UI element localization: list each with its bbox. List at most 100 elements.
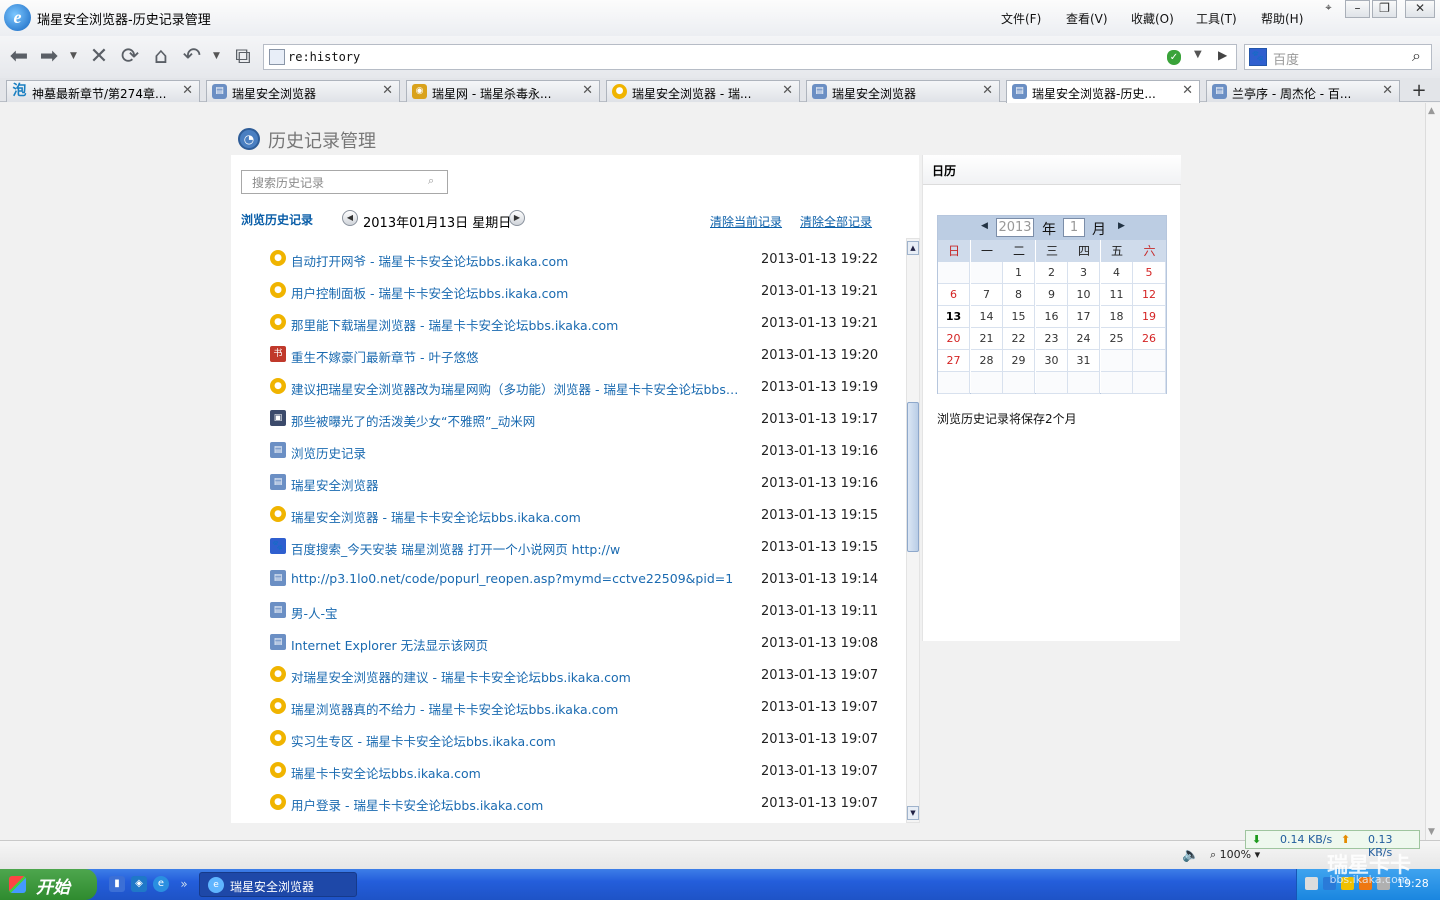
history-search-input[interactable]: 搜索历史记录 ⌕ <box>241 170 448 194</box>
scroll-down-arrow-icon[interactable]: ▼ <box>907 806 919 820</box>
calendar-day[interactable]: 11 <box>1101 284 1133 306</box>
calendar-day[interactable]: 27 <box>938 350 970 372</box>
year-input[interactable]: 2013 <box>996 218 1034 237</box>
tab-close-icon[interactable]: ✕ <box>582 83 593 98</box>
pin-icon[interactable]: ⌖ <box>1316 0 1341 18</box>
undo-close-icon[interactable]: ↶ <box>179 44 205 70</box>
history-row[interactable]: 书 重生不嫁豪门最新章节 - 叶子悠悠 2013-01-13 19:20 <box>231 341 903 373</box>
history-row[interactable]: ▤ 瑞星安全浏览器 2013-01-13 19:16 <box>231 469 903 501</box>
history-title[interactable]: 男-人-宝 <box>291 603 741 622</box>
history-row[interactable]: ● 用户登录 - 瑞星卡卡安全论坛bbs.ikaka.com 2013-01-1… <box>231 789 903 821</box>
calendar-day[interactable]: 24 <box>1068 328 1100 350</box>
calendar-day[interactable]: 10 <box>1068 284 1100 306</box>
history-title[interactable]: 对瑞星安全浏览器的建议 - 瑞星卡卡安全论坛bbs.ikaka.com <box>291 667 741 686</box>
go-arrow-icon[interactable]: ▶ <box>1218 48 1227 62</box>
search-box[interactable]: 🐾 百度 ⌕ <box>1244 44 1432 70</box>
expand-quicklaunch-icon[interactable]: » <box>176 876 192 892</box>
next-month-arrow-icon[interactable]: ▶ <box>1118 221 1125 231</box>
tab-close-icon[interactable]: ✕ <box>782 83 793 98</box>
menu-favorites[interactable]: 收藏(O) <box>1131 10 1174 27</box>
history-title[interactable]: 那些被曝光了的活泼美少女“不雅照”_动米网 <box>291 411 741 430</box>
tab-close-icon[interactable]: ✕ <box>1382 83 1393 98</box>
history-title[interactable]: 自动打开网爷 - 瑞星卡卡安全论坛bbs.ikaka.com <box>291 251 741 270</box>
next-day-arrow-icon[interactable]: ▶ <box>509 210 525 226</box>
history-title[interactable]: 瑞星安全浏览器 - 瑞星卡卡安全论坛bbs.ikaka.com <box>291 507 741 526</box>
history-row[interactable]: ▤ http://p3.1lo0.net/code/popurl_reopen.… <box>231 565 903 597</box>
refresh-icon[interactable]: ⟳ <box>117 44 143 70</box>
ie-icon[interactable]: e <box>153 876 169 892</box>
clear-all-link[interactable]: 清除全部记录 <box>800 213 872 230</box>
scroll-up-arrow-icon[interactable]: ▲ <box>1428 106 1435 116</box>
history-row[interactable]: ▣ 那些被曝光了的活泼美少女“不雅照”_动米网 2013-01-13 19:17 <box>231 405 903 437</box>
history-row[interactable]: ● 自动打开网爷 - 瑞星卡卡安全论坛bbs.ikaka.com 2013-01… <box>231 245 903 277</box>
calendar-day[interactable]: 1 <box>1003 262 1035 284</box>
history-row[interactable]: ● 瑞星卡卡安全论坛bbs.ikaka.com 2013-01-13 19:07 <box>231 757 903 789</box>
calendar-day[interactable]: 4 <box>1101 262 1133 284</box>
restore-button[interactable]: ❐ <box>1372 0 1397 18</box>
home-icon[interactable]: ⌂ <box>148 44 174 70</box>
calendar-today[interactable]: 13 <box>938 306 970 328</box>
tab-close-icon[interactable]: ✕ <box>982 83 993 98</box>
calendar-day[interactable]: 14 <box>971 306 1003 328</box>
calendar-day[interactable]: 28 <box>971 350 1003 372</box>
start-button[interactable]: 开始 <box>0 869 97 900</box>
calendar-day[interactable]: 21 <box>971 328 1003 350</box>
zoom-control[interactable]: ⌕ 100% ▾ <box>1210 848 1260 862</box>
stop-icon[interactable]: ✕ <box>86 44 112 70</box>
calendar-day[interactable]: 26 <box>1133 328 1166 350</box>
history-title[interactable]: 用户控制面板 - 瑞星卡卡安全论坛bbs.ikaka.com <box>291 283 741 302</box>
history-dropdown-icon[interactable]: ▼ <box>70 51 77 61</box>
history-title[interactable]: 瑞星安全浏览器 <box>291 475 741 494</box>
security-shield-icon[interactable]: ✓ <box>1167 50 1181 65</box>
history-title[interactable]: 瑞星浏览器真的不给力 - 瑞星卡卡安全论坛bbs.ikaka.com <box>291 699 741 718</box>
tab-item-active[interactable]: ▤ 瑞星安全浏览器-历史... ✕ <box>1006 80 1200 103</box>
month-input[interactable]: 1 <box>1063 218 1085 237</box>
calendar-day[interactable]: 29 <box>1003 350 1035 372</box>
scroll-down-arrow-icon[interactable]: ▼ <box>1428 827 1435 837</box>
calendar-day[interactable]: 3 <box>1068 262 1100 284</box>
calendar-day[interactable]: 8 <box>1003 284 1035 306</box>
history-title[interactable]: 百度搜索_今天安装 瑞星浏览器 打开一个小说网页 http://w <box>291 539 741 558</box>
prev-day-arrow-icon[interactable]: ◀ <box>342 210 358 226</box>
calendar-day[interactable]: 30 <box>1036 350 1068 372</box>
new-tab-button[interactable]: + <box>1408 80 1430 102</box>
history-scrollbar[interactable]: ▲ ▼ <box>906 238 920 823</box>
calendar-day[interactable]: 16 <box>1036 306 1068 328</box>
tab-item[interactable]: ▤ 瑞星安全浏览器 ✕ <box>206 80 400 102</box>
address-input[interactable]: re:history <box>288 50 360 64</box>
history-row[interactable]: ▤ 浏览历史记录 2013-01-13 19:16 <box>231 437 903 469</box>
page-scrollbar[interactable]: ▲ ▼ <box>1425 103 1440 840</box>
tab-item[interactable]: ▤ 兰亭序 - 周杰伦 - 百... ✕ <box>1206 80 1400 102</box>
speaker-icon[interactable]: 🔈 <box>1182 847 1199 863</box>
media-player-icon[interactable]: ◈ <box>131 876 147 892</box>
address-bar[interactable]: re:history ✓ ▼ ▶ <box>263 44 1237 70</box>
history-row[interactable]: ● 那里能下载瑞星浏览器 - 瑞星卡卡安全论坛bbs.ikaka.com 201… <box>231 309 903 341</box>
tab-item[interactable]: ◉ 瑞星网 - 瑞星杀毒永... ✕ <box>406 80 600 102</box>
calendar-day[interactable]: 12 <box>1133 284 1166 306</box>
history-row[interactable]: 🐾 百度搜索_今天安装 瑞星浏览器 打开一个小说网页 http://w 2013… <box>231 533 903 565</box>
history-title[interactable]: 浏览历史记录 <box>291 443 741 462</box>
tab-item[interactable]: ● 瑞星安全浏览器 - 瑞... ✕ <box>606 80 800 102</box>
calendar-day[interactable]: 19 <box>1133 306 1166 328</box>
forward-arrow-icon[interactable]: ➡ <box>36 44 62 70</box>
close-window-button[interactable]: ✕ <box>1405 0 1435 18</box>
address-dropdown-icon[interactable]: ▼ <box>1194 49 1202 60</box>
history-title[interactable]: 实习生专区 - 瑞星卡卡安全论坛bbs.ikaka.com <box>291 731 741 750</box>
history-title[interactable]: 瑞星卡卡安全论坛bbs.ikaka.com <box>291 763 741 782</box>
history-row[interactable]: ● 用户控制面板 - 瑞星卡卡安全论坛bbs.ikaka.com 2013-01… <box>231 277 903 309</box>
menu-help[interactable]: 帮助(H) <box>1261 10 1303 27</box>
calendar-day[interactable]: 6 <box>938 284 970 306</box>
history-title[interactable]: Internet Explorer 无法显示该网页 <box>291 635 741 654</box>
menu-file[interactable]: 文件(F) <box>1001 10 1041 27</box>
menu-view[interactable]: 查看(V) <box>1066 10 1108 27</box>
calendar-day[interactable]: 2 <box>1036 262 1068 284</box>
history-row[interactable]: ▤ 男-人-宝 2013-01-13 19:11 <box>231 597 903 629</box>
calendar-day[interactable]: 31 <box>1068 350 1100 372</box>
history-title[interactable]: 重生不嫁豪门最新章节 - 叶子悠悠 <box>291 347 741 366</box>
prev-month-arrow-icon[interactable]: ◀ <box>981 221 988 231</box>
tab-item[interactable]: 泡 神墓最新章节/第274章... ✕ <box>6 80 200 102</box>
search-icon[interactable]: ⌕ <box>1412 46 1421 66</box>
history-row[interactable]: ● 瑞星安全浏览器 - 瑞星卡卡安全论坛bbs.ikaka.com 2013-0… <box>231 501 903 533</box>
tab-close-icon[interactable]: ✕ <box>182 83 193 98</box>
calendar-day[interactable]: 20 <box>938 328 970 350</box>
